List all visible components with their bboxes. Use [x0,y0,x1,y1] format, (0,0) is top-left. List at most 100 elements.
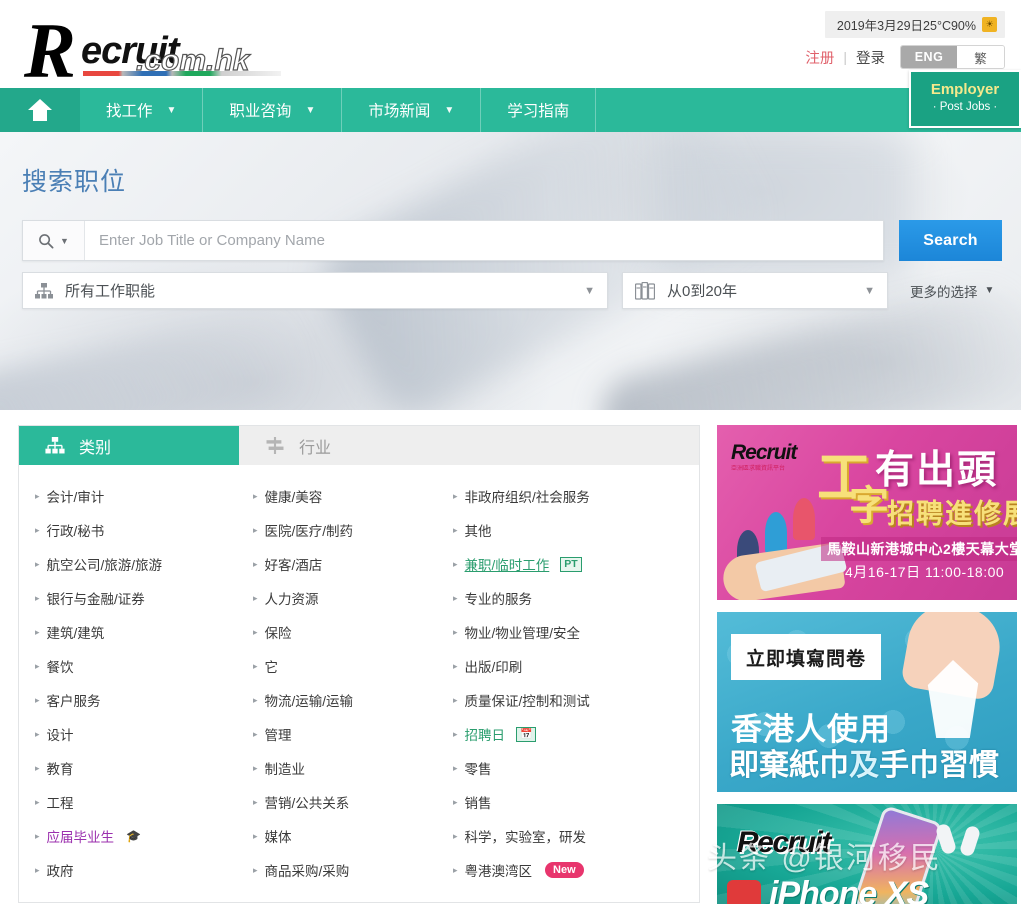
category-item[interactable]: ▸ 会计/审计 [35,479,237,513]
banner-job-fair[interactable]: Recruit 亞洲區求職資訊平台 工 字 有出頭 招聘進修展 馬鞍山新港城中心… [717,425,1017,600]
search-type-dropdown[interactable]: ▼ [23,221,85,260]
category-item[interactable]: ▸ 出版/印刷 [453,649,699,683]
category-item[interactable]: ▸ 非政府组织/社会服务 [453,479,699,513]
bullet-icon: ▸ [453,762,458,773]
search-bar: ▼ Search [22,220,1002,261]
job-function-select[interactable]: 所有工作职能 ▼ [22,272,608,309]
bullet-icon: ▸ [35,728,40,739]
category-item-part-time[interactable]: ▸ 兼职/临时工作 PT [453,547,699,581]
search-input[interactable] [85,221,883,260]
category-column-2: ▸ 健康/美容 ▸ 医院/医疗/制药 ▸ 好客/酒店 ▸ 人力资源 ▸ 保险 ▸ 它 ▸ 物流… [237,479,437,887]
category-item[interactable]: ▸ 它 [253,649,437,683]
category-item[interactable]: ▸ 人力资源 [253,581,437,615]
person-figure [765,512,787,554]
category-label: 建筑/建筑 [46,626,105,641]
banner-survey[interactable]: 立即填寫問卷 香港人使用 即棄紙巾及手巾習慣 [717,612,1017,792]
category-label: 商品采购/采购 [264,864,350,879]
category-label: 工程 [46,796,74,811]
nav-item-study-guide[interactable]: 学习指南 [481,88,597,132]
category-item-gba[interactable]: ▸ 粤港澳湾区 New [453,853,699,887]
category-item[interactable]: ▸ 商品采购/采购 [253,853,437,887]
banner-cta-label: 立即填寫問卷 [745,648,866,670]
category-item[interactable]: ▸ 媒体 [253,819,437,853]
category-item[interactable]: ▸ 行政/秘书 [35,513,237,547]
search-input-wrapper: ▼ [22,220,884,261]
nav-item-find-jobs[interactable]: 找工作 ▼ [80,88,204,132]
bullet-icon: ▸ [35,558,40,569]
search-button[interactable]: Search [899,220,1002,261]
category-label: 物流/运输/运输 [264,694,354,709]
category-tabs: 类别 行业 [19,426,699,465]
category-item[interactable]: ▸ 物业/物业管理/安全 [453,615,699,649]
category-label: 其他 [464,524,492,539]
banner-cta-box[interactable]: 立即填寫問卷 [731,634,881,680]
chevron-down-icon: ▼ [864,284,875,297]
more-options-toggle[interactable]: 更多的选择 ▼ [910,281,994,301]
category-label: 专业的服务 [464,592,533,607]
site-header: R ecruit .com.hk 2019年3月29日25°C90% ☀ 注册 … [0,0,1021,90]
bullet-icon: ▸ [253,592,258,603]
nav-home-button[interactable] [0,88,80,132]
bullet-icon: ▸ [253,626,258,637]
category-item[interactable]: ▸ 销售 [453,785,699,819]
login-link[interactable]: 登录 [856,47,885,68]
category-item[interactable]: ▸ 健康/美容 [253,479,437,513]
category-item[interactable]: ▸ 科学，实验室，研发 [453,819,699,853]
category-item[interactable]: ▸ 设计 [35,717,237,751]
category-item[interactable]: ▸ 航空公司/旅游/旅游 [35,547,237,581]
category-panel: 类别 行业 ▸ 会计/审计 ▸ 行政/秘书 ▸ 航空公司/旅游/旅游 ▸ 银行与… [18,425,700,903]
category-item[interactable]: ▸ 客户服务 [35,683,237,717]
nav-item-career-advice[interactable]: 职业咨询 ▼ [203,88,343,132]
chevron-down-icon: ▼ [984,285,995,296]
category-item[interactable]: ▸ 物流/运输/运输 [253,683,437,717]
tab-category[interactable]: 类别 [19,426,239,465]
category-item[interactable]: ▸ 保险 [253,615,437,649]
category-label: 政府 [46,864,74,879]
category-label: 保险 [264,626,292,641]
register-link[interactable]: 注册 [805,47,834,68]
grad-cap-icon: 🎓 [126,829,141,843]
site-logo[interactable]: R ecruit .com.hk [24,12,374,90]
nav-item-market-news[interactable]: 市场新闻 ▼ [342,88,482,132]
category-item[interactable]: ▸ 建筑/建筑 [35,615,237,649]
banner-line-2c: 手巾習慣 [879,749,999,782]
pt-badge: PT [560,556,582,572]
nav-item-label: 市场新闻 [368,103,431,120]
category-item[interactable]: ▸ 管理 [253,717,437,751]
experience-value: 从0到20年 [667,283,738,300]
category-item[interactable]: ▸ 教育 [35,751,237,785]
category-label: 它 [264,660,279,675]
nav-item-label: 找工作 [106,103,153,120]
category-item[interactable]: ▸ 营销/公共关系 [253,785,437,819]
signpost-icon [266,437,284,454]
category-item-fresh-graduate[interactable]: ▸ 应届毕业生 🎓 [35,819,237,853]
category-item[interactable]: ▸ 专业的服务 [453,581,699,615]
language-option-zh[interactable]: 繁 [957,46,1004,68]
category-item[interactable]: ▸ 工程 [35,785,237,819]
category-item[interactable]: ▸ 银行与金融/证券 [35,581,237,615]
banner-line-2: 即棄紙巾及手巾習慣 [729,740,999,784]
category-item[interactable]: ▸ 制造业 [253,751,437,785]
category-item[interactable]: ▸ 政府 [35,853,237,887]
bullet-icon: ▸ [253,694,258,705]
category-item[interactable]: ▸ 质量保证/控制和测试 [453,683,699,717]
chevron-down-icon: ▼ [444,104,455,116]
experience-select[interactable]: 从0到20年 ▼ [622,272,888,309]
category-item[interactable]: ▸ 零售 [453,751,699,785]
calendar-files-icon [635,281,655,300]
language-toggle[interactable]: ENG 繁 [900,45,1005,69]
employer-post-jobs-button[interactable]: Employer · Post Jobs · [909,70,1021,128]
bullet-icon: ▸ [453,490,458,501]
language-option-eng[interactable]: ENG [901,46,957,68]
category-label: 人力资源 [264,592,319,607]
category-column-1: ▸ 会计/审计 ▸ 行政/秘书 ▸ 航空公司/旅游/旅游 ▸ 银行与金融/证券 ▸ 建筑/… [19,479,237,887]
category-item[interactable]: ▸ 其他 [453,513,699,547]
category-item-job-fair[interactable]: ▸ 招聘日 📅 [453,717,699,751]
bullet-icon: ▸ [453,796,458,807]
banner-app[interactable]: Recruit iPhone XS [717,804,1017,904]
category-item[interactable]: ▸ 好客/酒店 [253,547,437,581]
category-item[interactable]: ▸ 医院/医疗/制药 [253,513,437,547]
tab-industry[interactable]: 行业 [239,426,357,465]
category-item[interactable]: ▸ 餐饮 [35,649,237,683]
weather-icon: ☀ [982,17,997,32]
